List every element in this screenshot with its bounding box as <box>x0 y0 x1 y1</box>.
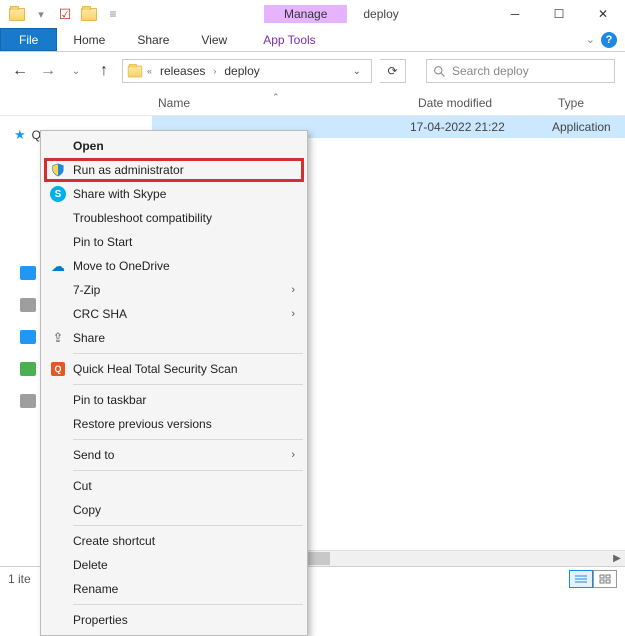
share-icon: ⇪ <box>49 329 67 347</box>
item-count: 1 ite <box>8 572 31 586</box>
breadcrumb-deploy[interactable]: deploy <box>220 64 263 78</box>
menu-open[interactable]: Open <box>43 134 305 158</box>
star-icon: ★ <box>14 127 26 143</box>
menu-separator <box>73 604 303 605</box>
share-tab[interactable]: Share <box>121 28 185 51</box>
ribbon-collapse-icon[interactable]: ⌄ <box>586 33 595 46</box>
row-type: Application <box>552 120 611 134</box>
drive-icon[interactable] <box>20 362 36 376</box>
menu-separator <box>73 470 303 471</box>
details-view-icon <box>575 574 587 584</box>
menu-create-shortcut[interactable]: Create shortcut <box>43 529 305 553</box>
menu-share[interactable]: ⇪ Share <box>43 326 305 350</box>
drive-icon[interactable] <box>20 330 36 344</box>
this-pc-icon[interactable] <box>20 298 36 312</box>
menu-separator <box>73 439 303 440</box>
forward-button[interactable]: → <box>38 62 58 80</box>
menu-rename[interactable]: Rename <box>43 577 305 601</box>
sort-asc-icon: ⌃ <box>272 92 280 103</box>
menu-pin-taskbar[interactable]: Pin to taskbar <box>43 388 305 412</box>
navigation-bar: ← → ⌄ ↑ « releases › deploy ⌄ ⟳ Search d… <box>0 52 625 90</box>
window-title: deploy <box>363 7 398 21</box>
menu-separator <box>73 525 303 526</box>
large-icons-view-button[interactable] <box>593 570 617 588</box>
close-button[interactable]: ✕ <box>581 0 625 28</box>
view-tab[interactable]: View <box>185 28 243 51</box>
chevron-right-icon: › <box>291 449 295 461</box>
row-date: 17-04-2022 21:22 <box>410 120 505 134</box>
chevron-right-icon[interactable]: › <box>213 66 216 76</box>
search-icon <box>433 65 446 78</box>
breadcrumb-releases[interactable]: releases <box>156 64 209 78</box>
up-button[interactable]: ↑ <box>94 62 114 80</box>
scroll-right-icon[interactable]: ▶ <box>609 551 625 566</box>
chevron-right-icon[interactable]: « <box>147 66 152 76</box>
contextual-tab-group: Manage <box>264 5 347 23</box>
address-folder-icon <box>128 65 142 77</box>
home-tab[interactable]: Home <box>57 28 121 51</box>
window-controls: ─ ☐ ✕ <box>493 0 625 28</box>
column-type[interactable]: Type <box>558 96 584 110</box>
quick-access-toolbar: ▾ ☑ ≡ <box>0 3 124 25</box>
menu-delete[interactable]: Delete <box>43 553 305 577</box>
menu-pin-start[interactable]: Pin to Start <box>43 230 305 254</box>
back-button[interactable]: ← <box>10 62 30 80</box>
column-name[interactable]: Name <box>158 96 418 110</box>
menu-troubleshoot[interactable]: Troubleshoot compatibility <box>43 206 305 230</box>
skype-icon: S <box>49 185 67 203</box>
title-bar: ▾ ☑ ≡ Manage deploy ─ ☐ ✕ <box>0 0 625 28</box>
onedrive-icon[interactable] <box>20 266 36 280</box>
help-icon[interactable]: ? <box>601 32 617 48</box>
menu-crc-sha[interactable]: CRC SHA› <box>43 302 305 326</box>
context-menu: Open Run as administrator S Share with S… <box>40 130 308 636</box>
menu-7zip[interactable]: 7-Zip› <box>43 278 305 302</box>
menu-copy[interactable]: Copy <box>43 498 305 522</box>
minimize-button[interactable]: ─ <box>493 0 537 28</box>
menu-properties[interactable]: Properties <box>43 608 305 632</box>
manage-tab-header: Manage <box>264 5 347 23</box>
column-date[interactable]: Date modified <box>418 96 558 110</box>
chevron-right-icon: › <box>291 308 295 320</box>
qat-overflow-icon[interactable]: ≡ <box>102 3 124 25</box>
menu-cut[interactable]: Cut <box>43 474 305 498</box>
properties-qat-icon[interactable]: ☑ <box>54 3 76 25</box>
menu-quickheal-scan[interactable]: Q Quick Heal Total Security Scan <box>43 357 305 381</box>
menu-send-to[interactable]: Send to› <box>43 443 305 467</box>
ribbon-tabs: File Home Share View App Tools ⌄ ? <box>0 28 625 52</box>
menu-share-skype[interactable]: S Share with Skype <box>43 182 305 206</box>
search-placeholder: Search deploy <box>452 64 529 78</box>
sidebar-truncated-icons <box>20 266 36 580</box>
chevron-right-icon: › <box>291 284 295 296</box>
shield-icon <box>49 161 67 179</box>
recent-locations-icon[interactable]: ⌄ <box>66 66 86 77</box>
qat-dropdown-icon[interactable]: ▾ <box>30 3 52 25</box>
column-headers: Name ⌃ Date modified Type <box>0 90 625 116</box>
address-bar[interactable]: « releases › deploy ⌄ <box>122 59 372 83</box>
menu-separator <box>73 384 303 385</box>
folder-icon-2[interactable] <box>78 3 100 25</box>
drive-icon[interactable] <box>20 394 36 408</box>
refresh-button[interactable]: ⟳ <box>380 59 406 83</box>
address-dropdown-icon[interactable]: ⌄ <box>347 66 367 77</box>
grid-view-icon <box>599 574 611 584</box>
quickheal-icon: Q <box>49 360 67 378</box>
app-tools-tab[interactable]: App Tools <box>247 28 331 51</box>
menu-move-onedrive[interactable]: ☁ Move to OneDrive <box>43 254 305 278</box>
search-box[interactable]: Search deploy <box>426 59 615 83</box>
maximize-button[interactable]: ☐ <box>537 0 581 28</box>
menu-restore-previous[interactable]: Restore previous versions <box>43 412 305 436</box>
menu-run-as-administrator[interactable]: Run as administrator <box>43 158 305 182</box>
folder-icon[interactable] <box>6 3 28 25</box>
file-tab[interactable]: File <box>0 28 57 51</box>
menu-separator <box>73 353 303 354</box>
details-view-button[interactable] <box>569 570 593 588</box>
cloud-icon: ☁ <box>49 257 67 275</box>
